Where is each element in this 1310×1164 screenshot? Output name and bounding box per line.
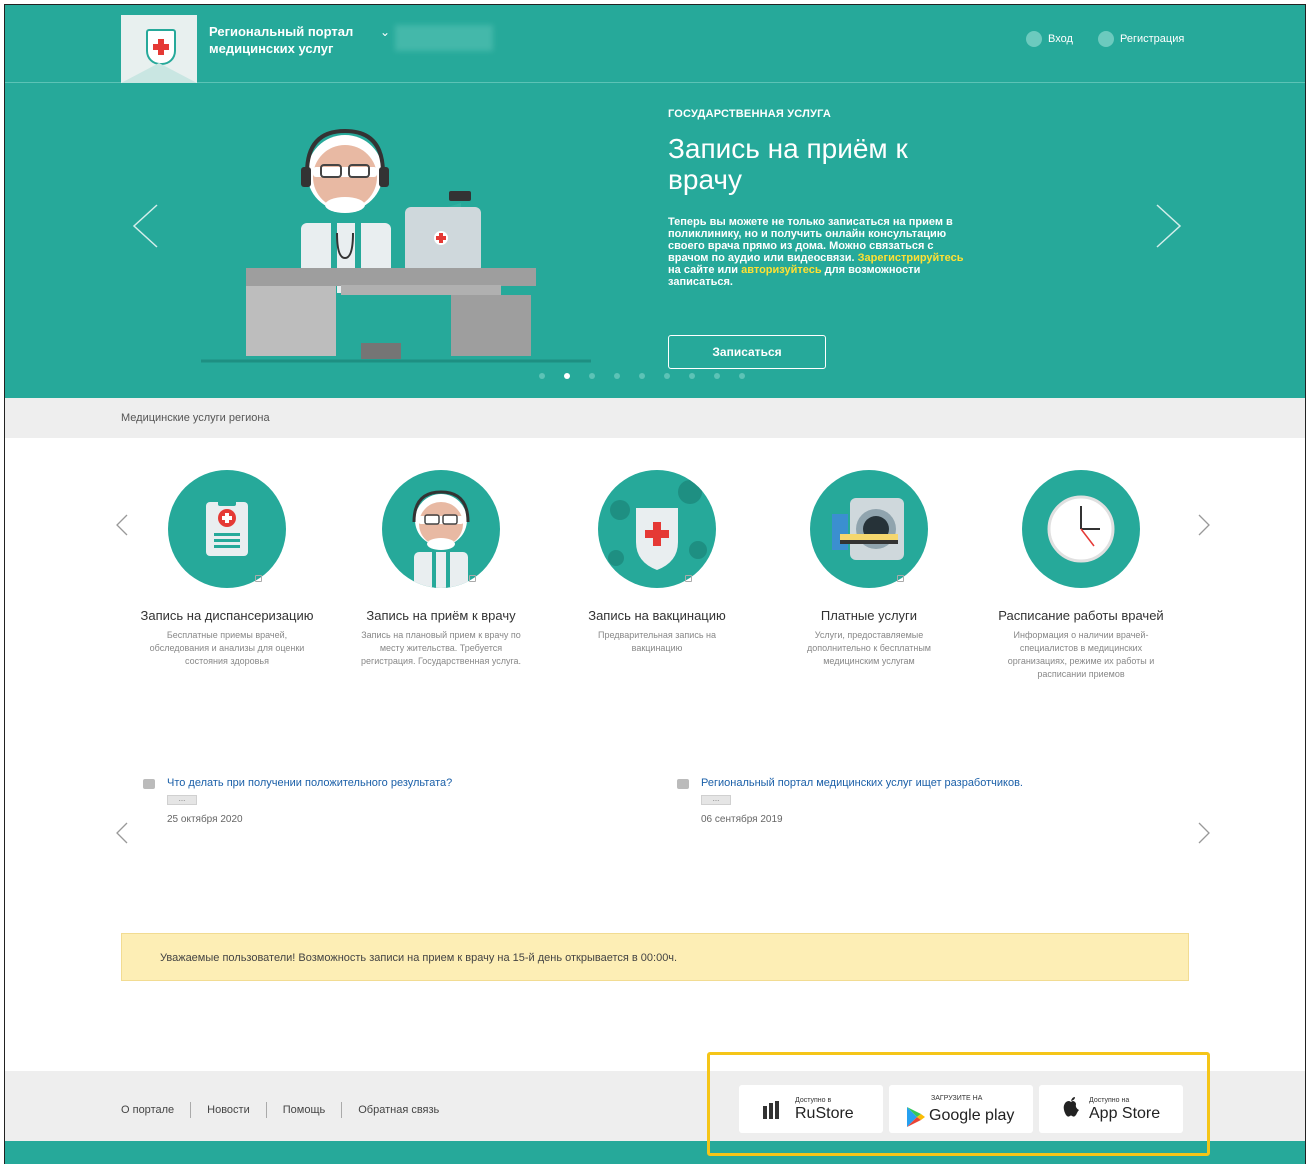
hero-next-arrow-icon[interactable] [1155,203,1183,249]
service-description: Запись на плановый прием к врачу по мест… [360,630,522,666]
news-title-link[interactable]: Что делать при получении положительного … [167,777,452,789]
mri-scanner-icon [810,470,928,588]
service-name: Запись на вакцинацию [588,608,726,623]
service-description: Бесплатные приемы врачей, обследования и… [149,630,305,666]
user-icon [1026,31,1042,47]
services-carousel: Запись на диспансеризацию Бесплатные при… [5,465,1305,755]
service-card-schedule[interactable]: Расписание работы врачей Информация о на… [991,465,1171,681]
slider-dot[interactable] [689,373,695,379]
slider-dot[interactable] [614,373,620,379]
service-description: Услуги, предоставляемые дополнительно к … [806,630,931,666]
register-link[interactable]: Регистрация [1098,31,1184,47]
news-date: 25 октября 2020 [167,814,243,825]
services-section-header: Медицинские услуги региона [5,398,1305,438]
book-appointment-button[interactable]: Записаться [668,335,826,369]
comment-icon [677,779,689,789]
service-name: Платные услуги [820,608,918,623]
register-inline-link[interactable]: Зарегистрируйтесь [858,252,964,264]
service-name: Запись на диспансеризацию [140,608,314,623]
slider-dot[interactable] [714,373,720,379]
slider-dot[interactable] [639,373,645,379]
service-card-dispensary[interactable]: Запись на диспансеризацию Бесплатные при… [137,465,317,668]
news-more-button[interactable]: ... [167,795,197,805]
hero-prev-arrow-icon[interactable] [131,203,159,249]
slider-dot[interactable] [564,373,570,379]
portal-title[interactable]: Региональный портал медицинских услуг [209,23,359,57]
page: Региональный портал медицинских услуг ⌄ … [4,4,1306,1164]
medical-cross-icon [146,29,176,65]
lock-icon [255,575,262,582]
doctor-at-desk-illustration [201,128,591,363]
slider-dot[interactable] [539,373,545,379]
login-link[interactable]: Вход [1026,31,1073,47]
slider-dots [539,373,745,379]
lock-icon [469,575,476,582]
hero-title: Запись на приём к врачу [668,133,908,195]
lock-icon [897,575,904,582]
clock-icon [1022,470,1140,588]
hero-slider: ГОСУДАРСТВЕННАЯ УСЛУГА Запись на приём к… [5,83,1305,398]
news-next-arrow-icon[interactable] [1197,821,1211,845]
slider-dot[interactable] [739,373,745,379]
service-card-paid[interactable]: Платные услуги Услуги, предоставляемые д… [779,465,959,668]
lock-icon [685,575,692,582]
vaccine-shield-icon [598,470,716,588]
logo[interactable] [121,15,197,83]
news-prev-arrow-icon[interactable] [115,821,129,845]
news-date: 06 сентября 2019 [701,814,783,825]
service-card-appointment[interactable]: Запись на приём к врачу Запись на планов… [351,465,531,668]
pencil-icon [1098,31,1114,47]
region-selector[interactable] [395,25,493,51]
service-name: Расписание работы врачей [998,608,1164,623]
hero-description: Теперь вы можете не только записаться на… [668,216,964,288]
app-badges-highlight [707,1052,1210,1156]
service-card-vaccination[interactable]: Запись на вакцинацию Предварительная зап… [567,465,747,655]
register-label: Регистрация [1120,33,1185,45]
slider-dot[interactable] [664,373,670,379]
notice-banner: Уважаемые пользователи! Возможность запи… [121,933,1189,981]
hero-kicker: ГОСУДАРСТВЕННАЯ УСЛУГА [668,108,831,120]
footer-link-news[interactable]: Новости [207,1104,250,1116]
slider-dot[interactable] [589,373,595,379]
comment-icon [143,779,155,789]
footer-link-about[interactable]: О портале [121,1104,174,1116]
footer-link-help[interactable]: Помощь [283,1104,326,1116]
news-title-link[interactable]: Региональный портал медицинских услуг ищ… [701,777,1023,789]
notice-text: Уважаемые пользователи! Возможность запи… [160,952,678,964]
news-more-button[interactable]: ... [701,795,731,805]
login-inline-link[interactable]: авторизуйтесь [741,264,822,276]
footer-links: О портале Новости Помощь Обратная связь [121,1102,439,1118]
header: Региональный портал медицинских услуг ⌄ … [5,5,1305,83]
service-name: Запись на приём к врачу [366,608,516,623]
login-label: Вход [1048,33,1073,45]
footer-link-feedback[interactable]: Обратная связь [358,1104,439,1116]
clipboard-icon [168,470,286,588]
service-description: Предварительная запись на вакцинацию [598,630,716,653]
region-chevron-icon[interactable]: ⌄ [380,25,390,39]
service-description: Информация о наличии врачей-специалистов… [1007,630,1155,679]
services-section-title: Медицинские услуги региона [121,412,270,424]
doctor-icon [382,470,500,588]
